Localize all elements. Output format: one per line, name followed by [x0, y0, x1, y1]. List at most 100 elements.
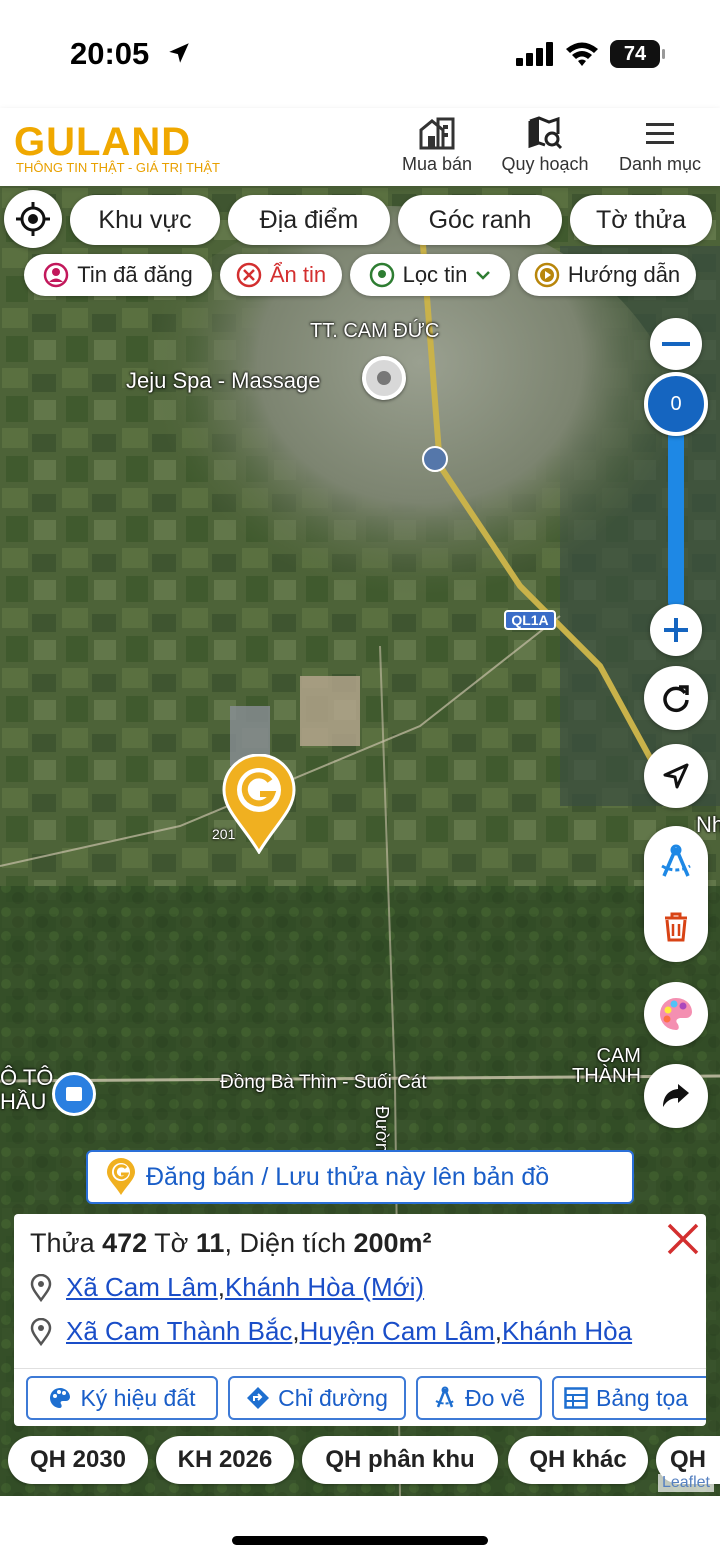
district-link[interactable]: Huyện Cam Lâm: [300, 1316, 495, 1347]
nav-label: Danh mục: [618, 154, 702, 174]
address-old: Xã Cam Thành Bắc, Huyện Cam Lâm, Khánh H…: [30, 1316, 632, 1347]
chevron-down-icon: [476, 271, 491, 280]
chip-loc-tin[interactable]: Lọc tin: [350, 254, 510, 296]
chip-qh-2030[interactable]: QH 2030: [8, 1436, 148, 1484]
location-icon: [369, 262, 394, 288]
province-link[interactable]: Khánh Hòa: [502, 1316, 632, 1347]
status-bar: 20:05 74: [0, 0, 720, 105]
close-icon[interactable]: [666, 1222, 700, 1256]
wifi-icon: [566, 42, 598, 66]
title-text: , Diện tích: [224, 1228, 354, 1258]
home-indicator-area: [0, 1496, 720, 1560]
chip-qh-khac[interactable]: QH khác: [508, 1436, 648, 1484]
banner-text: Đăng bán / Lưu thửa này lên bản đồ: [146, 1162, 550, 1191]
compass-icon: [661, 844, 691, 877]
navigate-button[interactable]: [644, 744, 708, 808]
title-text: Thửa: [30, 1228, 103, 1258]
chip-label: Hướng dẫn: [567, 262, 681, 287]
crosshair-icon: [16, 202, 50, 236]
chip-goc-ranh[interactable]: Góc ranh: [398, 195, 562, 245]
zoom-slider-thumb[interactable]: 0: [644, 372, 708, 436]
chip-label: Lọc tin: [402, 262, 468, 287]
directions-icon: [247, 1387, 270, 1409]
cam-thanh-label: CAM THÀNH: [572, 1045, 641, 1087]
navigation-arrow-icon: [663, 763, 689, 789]
separator: ,: [494, 1316, 502, 1346]
chip-qh-phan-khu[interactable]: QH phân khu: [302, 1436, 498, 1484]
bus-stop-icon[interactable]: [422, 446, 448, 472]
shop-pin-icon[interactable]: [52, 1072, 96, 1116]
chip-huong-dan[interactable]: Hướng dẫn: [518, 254, 696, 296]
chip-to-thua[interactable]: Tờ thửa: [570, 195, 712, 245]
home-indicator[interactable]: [232, 1536, 488, 1545]
nav-label: Quy hoạch: [501, 154, 589, 174]
nav-danh-muc[interactable]: Danh mục: [614, 116, 706, 175]
chip-dia-diem[interactable]: Địa điểm: [228, 195, 390, 245]
address-new: Xã Cam Lâm, Khánh Hòa (Mới): [30, 1272, 424, 1303]
table-icon: [564, 1387, 588, 1409]
sheet-number: 11: [195, 1228, 225, 1258]
post-listing-banner[interactable]: Đăng bán / Lưu thửa này lên bản đồ: [86, 1150, 634, 1204]
nav-mua-ban[interactable]: Mua bán: [398, 116, 476, 175]
road-label: Đồng Bà Thìn - Suối Cát: [220, 1072, 427, 1093]
minus-icon: [662, 342, 690, 346]
province-link[interactable]: Khánh Hòa (Mới): [225, 1272, 424, 1303]
separator: ,: [292, 1316, 300, 1346]
poi-pin-icon[interactable]: [362, 356, 406, 400]
battery-indicator: 74: [610, 40, 665, 68]
share-arrow-icon: [663, 1084, 689, 1107]
building-icon: [419, 117, 455, 150]
map-style-button[interactable]: [644, 982, 708, 1046]
road-shield: QL1A: [504, 610, 556, 630]
location-arrow-icon: [169, 43, 189, 63]
chip-an-tin[interactable]: Ẩn tin: [220, 254, 342, 296]
marker-number: 201: [212, 826, 236, 842]
close-circle-icon: [236, 262, 262, 288]
poi-label: Jeju Spa - Massage: [126, 368, 321, 393]
map-search-icon: [528, 116, 563, 150]
title-text: Tờ: [147, 1228, 196, 1258]
street-label: Đườn: [372, 1106, 392, 1153]
directions-button[interactable]: Chỉ đường: [228, 1376, 406, 1420]
zoom-out-button[interactable]: [650, 318, 702, 370]
zoom-in-button[interactable]: [650, 604, 702, 656]
coordinates-table-button[interactable]: Bảng tọa: [552, 1376, 706, 1420]
guland-logo[interactable]: GULAND: [14, 120, 191, 165]
divider: [14, 1368, 706, 1369]
chip-tin-da-dang[interactable]: Tin đã đăng: [24, 254, 212, 296]
locate-me-button[interactable]: [4, 190, 62, 248]
place-label: Ô TÔ HẦU: [0, 1065, 54, 1114]
chip-khu-vuc[interactable]: Khu vực: [70, 195, 220, 245]
measure-tool-button[interactable]: [644, 830, 708, 894]
refresh-button[interactable]: [644, 666, 708, 730]
action-label: Đo vẽ: [464, 1384, 526, 1411]
logo-tagline: THÔNG TIN THẬT - GIÁ TRỊ THẬT: [16, 160, 220, 175]
location-pin-icon: [30, 1273, 52, 1302]
nav-quy-hoach[interactable]: Quy hoạch: [496, 116, 594, 175]
separator: ,: [217, 1272, 225, 1302]
parcel-number: 472: [102, 1228, 148, 1258]
zoom-slider-track[interactable]: [668, 420, 684, 610]
chip-kh-2026[interactable]: KH 2026: [156, 1436, 294, 1484]
land-symbol-button[interactable]: Ký hiệu đất: [26, 1376, 218, 1420]
delete-drawing-button[interactable]: [644, 896, 708, 958]
plus-icon: [664, 618, 688, 642]
measure-icon: [435, 1386, 455, 1408]
share-button[interactable]: [644, 1064, 708, 1128]
parcel-area: 200m²: [353, 1228, 432, 1258]
commune-link[interactable]: Xã Cam Thành Bắc: [66, 1316, 292, 1347]
user-circle-icon: [44, 262, 69, 288]
town-label: TT. CAM ĐỨC: [310, 320, 440, 342]
action-label: Ký hiệu đất: [80, 1384, 196, 1411]
app-header: GULAND THÔNG TIN THẬT - GIÁ TRỊ THẬT Mua…: [0, 108, 720, 186]
parcel-info-card: Thửa 472 Tờ 11, Diện tích 200m² Xã Cam L…: [14, 1214, 706, 1426]
play-icon: [534, 262, 560, 288]
signal-icon: [516, 42, 553, 66]
nav-label: Mua bán: [401, 154, 473, 174]
menu-icon: [646, 123, 674, 144]
commune-link[interactable]: Xã Cam Lâm: [66, 1272, 218, 1303]
measure-button[interactable]: Đo vẽ: [416, 1376, 542, 1420]
guland-marker-icon: [107, 1158, 135, 1195]
leaflet-attribution[interactable]: Leaflet: [657, 1474, 714, 1492]
chip-label: Tin đã đăng: [77, 262, 193, 287]
